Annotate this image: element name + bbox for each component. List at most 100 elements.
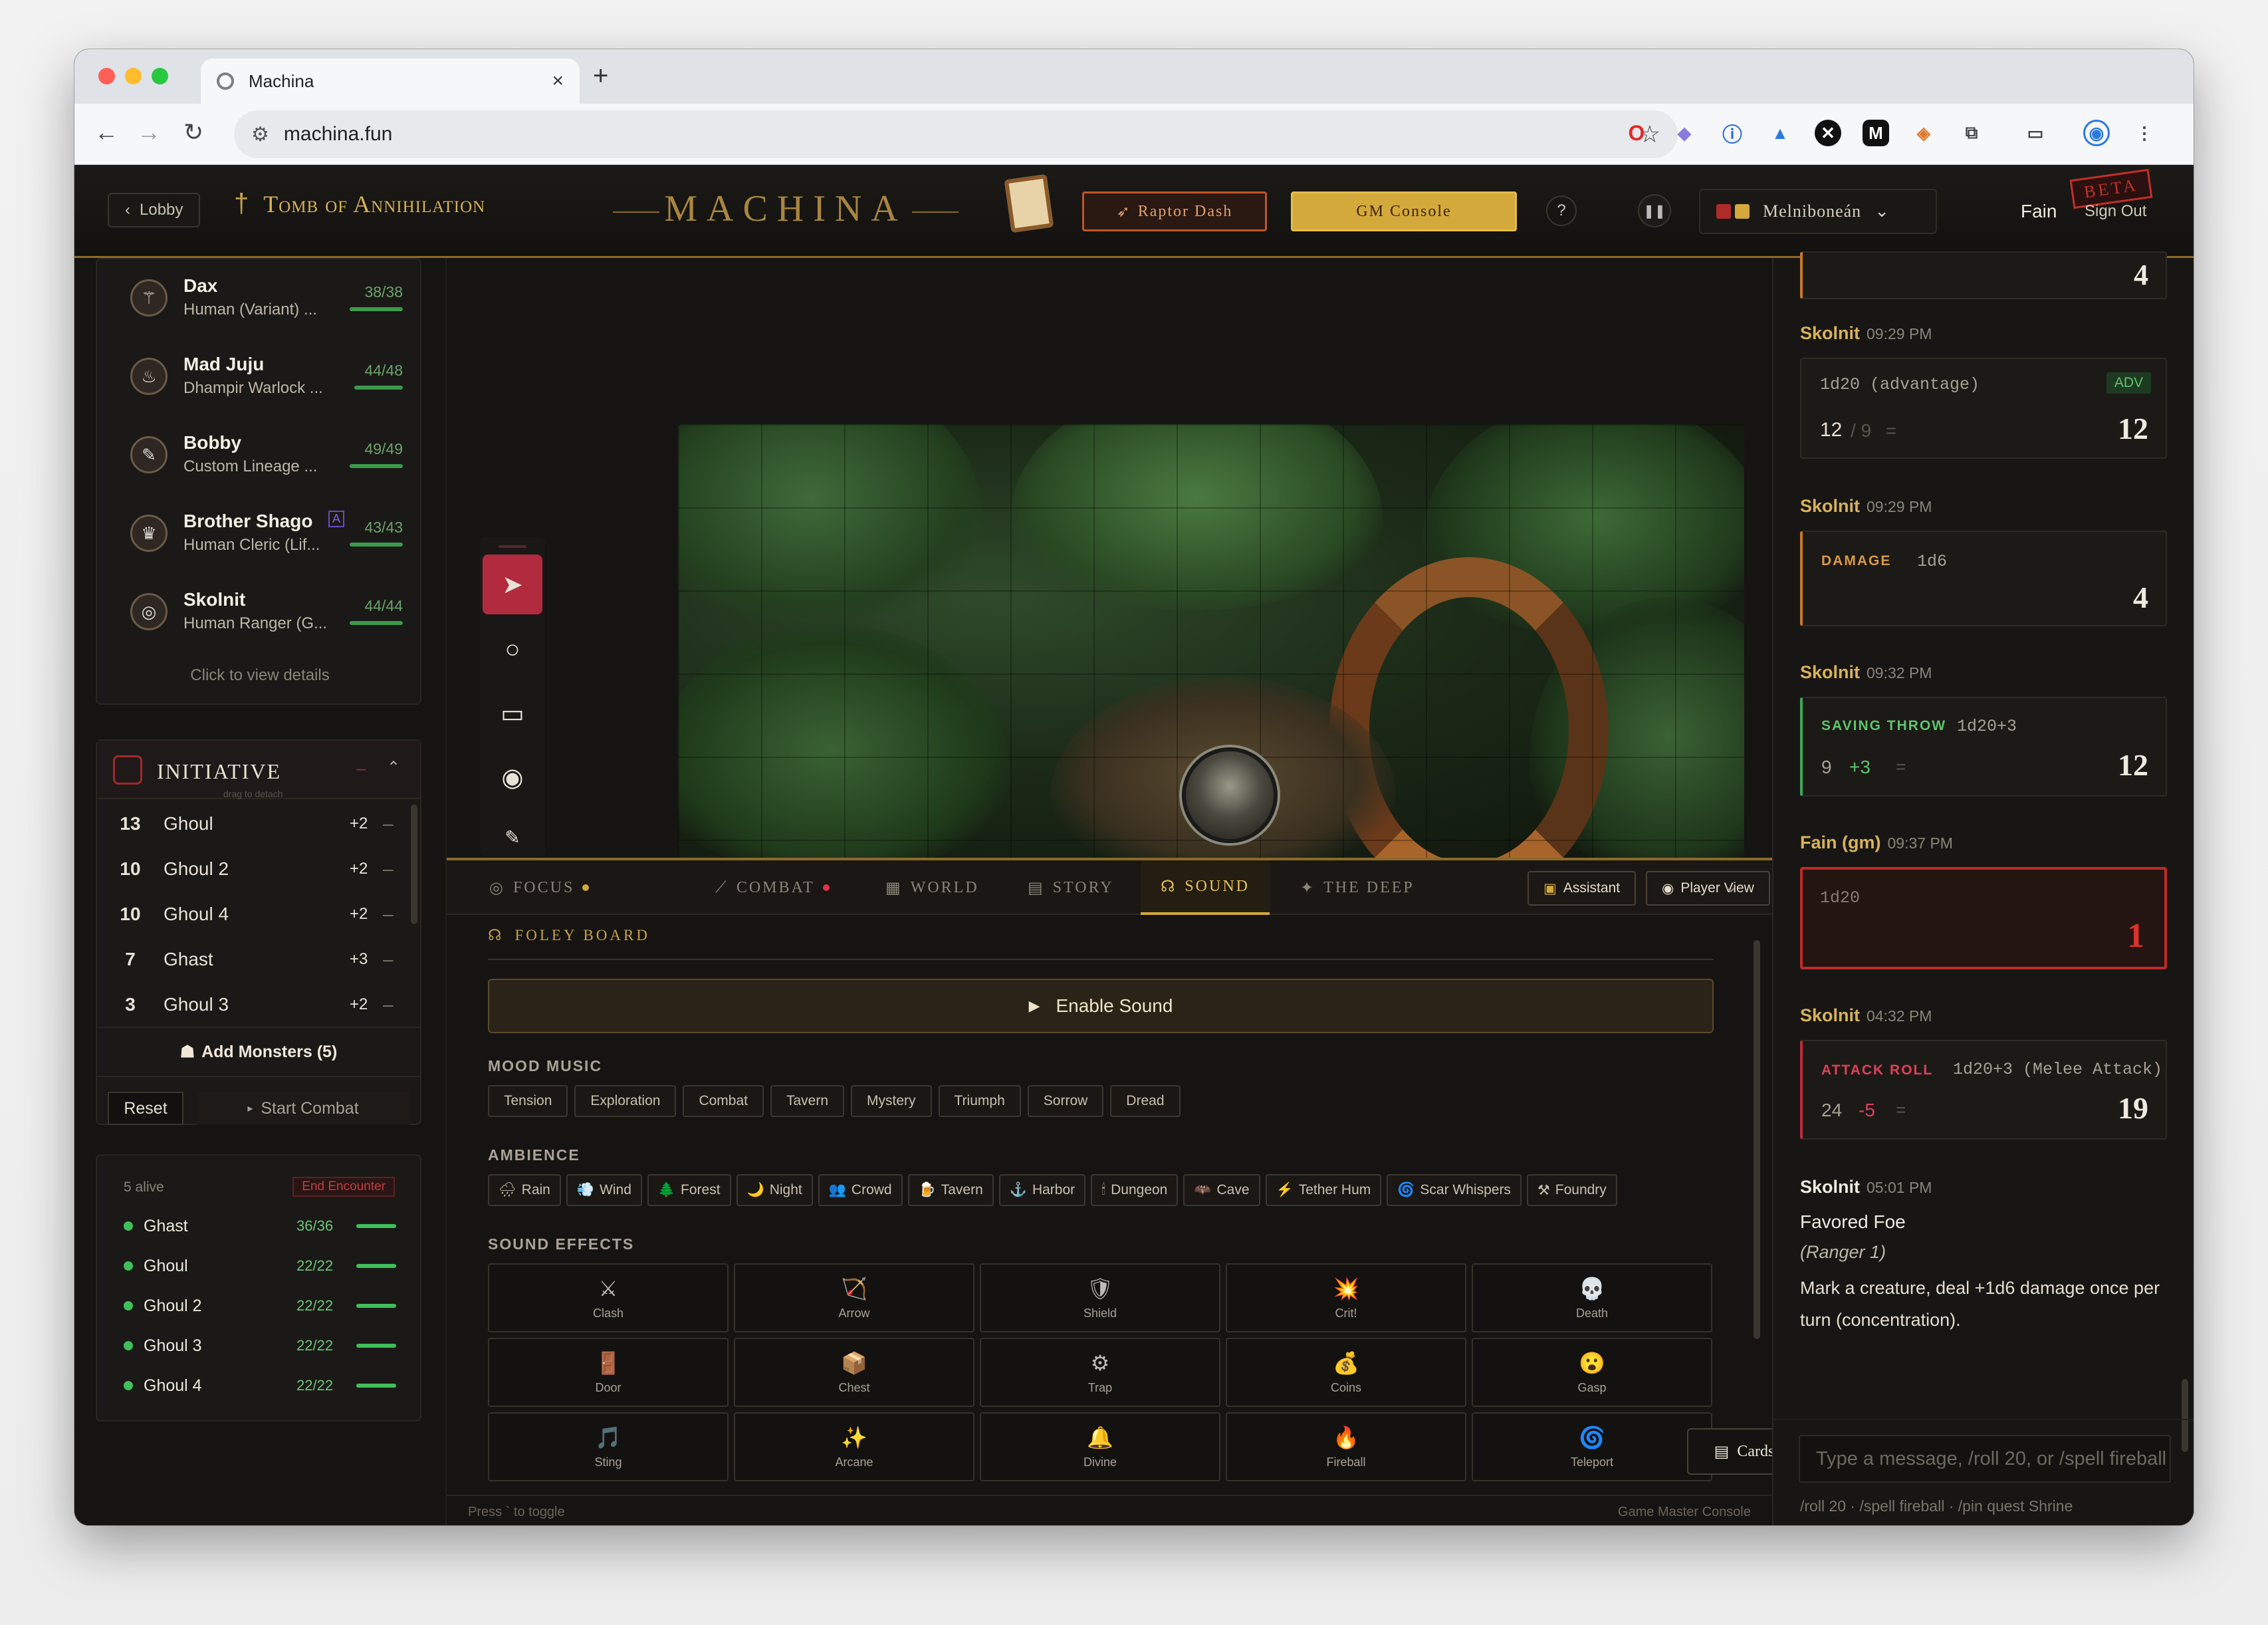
tab-combat[interactable]: ⟋ COMBAT xyxy=(715,860,830,915)
browser-menu-icon[interactable]: ⋮ xyxy=(2131,120,2158,146)
ruler-tool-icon[interactable]: ▭ xyxy=(483,684,542,743)
monster-row[interactable]: Ghast 36/36 xyxy=(124,1213,396,1239)
ambience-chip[interactable]: 🌀 Scar Whispers xyxy=(1387,1174,1522,1206)
help-button[interactable]: ? xyxy=(1546,195,1577,226)
sfx-button[interactable]: 🏹 Arrow xyxy=(734,1263,974,1332)
initiative-row[interactable]: 3 Ghoul 3 +2 – xyxy=(97,983,409,1027)
chat-scrollbar[interactable] xyxy=(2182,1379,2188,1452)
ambience-chip[interactable]: ⚡ Tether Hum xyxy=(1265,1174,1382,1206)
mood-chip[interactable]: Mystery xyxy=(851,1085,932,1117)
console-scrollbar[interactable] xyxy=(1754,940,1760,1339)
m-extension-icon[interactable]: M xyxy=(1863,120,1889,146)
maximize-window-button[interactable] xyxy=(152,68,168,84)
collapse-console-icon[interactable]: ⌄ xyxy=(1723,875,1738,897)
ambience-chip[interactable]: 🌧 Rain xyxy=(488,1174,561,1206)
initiative-row[interactable]: 7 Ghast +3 – xyxy=(97,938,409,981)
monster-row[interactable]: Ghoul 2 22/22 xyxy=(124,1293,396,1319)
initiative-row[interactable]: 13 Ghoul +2 – xyxy=(97,802,409,846)
sfx-button[interactable]: ⚔ Clash xyxy=(488,1263,729,1332)
reset-button[interactable]: Reset xyxy=(108,1092,183,1125)
remove-icon[interactable]: – xyxy=(383,994,409,1015)
creature-token[interactable] xyxy=(1182,747,1278,843)
add-monsters-button[interactable]: ☗ Add Monsters (5) xyxy=(97,1027,420,1077)
party-member[interactable]: ♨ Mad Juju Dhampir Warlock ... 44/48 xyxy=(130,344,403,408)
close-tab-icon[interactable]: × xyxy=(552,70,564,92)
ambience-chip[interactable]: ⚓ Harbor xyxy=(998,1174,1086,1206)
close-window-button[interactable] xyxy=(98,68,115,84)
initiative-header[interactable]: INITIATIVE – ⌃ drag to detach xyxy=(97,741,420,799)
puzzle-extension-icon[interactable]: ⧉ xyxy=(1958,120,1985,146)
sfx-button[interactable]: 🛡 Shield xyxy=(980,1263,1220,1332)
scroll-icon[interactable] xyxy=(1004,174,1054,233)
monster-row[interactable]: Ghoul 3 22/22 xyxy=(124,1332,396,1359)
sfx-button[interactable]: 📦 Chest xyxy=(734,1338,974,1407)
remove-icon[interactable]: – xyxy=(383,949,409,970)
initiative-row[interactable]: 10 Ghoul 4 +2 – xyxy=(97,892,409,936)
party-member[interactable]: ✎ Bobby Custom Lineage ... 49/49 xyxy=(130,423,403,487)
lobby-button[interactable]: ‹ Lobby xyxy=(108,193,201,227)
sfx-button[interactable]: 💀 Death xyxy=(1472,1263,1712,1332)
ambience-chip[interactable]: 🍺 Tavern xyxy=(907,1174,994,1206)
bird-extension-icon[interactable]: ▲ xyxy=(1767,120,1793,146)
monster-row[interactable]: Ghoul 22/22 xyxy=(124,1253,396,1279)
ambience-chip[interactable]: 💨 Wind xyxy=(566,1174,642,1206)
opera-extension-icon[interactable]: O xyxy=(1623,120,1650,146)
ghost-extension-icon[interactable]: ◆ xyxy=(1671,120,1698,146)
raptor-dash-button[interactable]: ➶ Raptor Dash xyxy=(1082,191,1267,231)
profile-avatar[interactable]: ◉ xyxy=(2083,120,2110,146)
sfx-button[interactable]: 🚪 Door xyxy=(488,1338,729,1407)
party-member[interactable]: ♛ Brother Shago A Human Cleric (Lif... 4… xyxy=(130,501,403,565)
sfx-button[interactable]: 💰 Coins xyxy=(1226,1338,1466,1407)
sfx-button[interactable]: 🌀 Teleport xyxy=(1472,1412,1712,1481)
assistant-button[interactable]: ▣ Assistant xyxy=(1528,871,1637,906)
ambience-chip[interactable]: 🌲 Forest xyxy=(647,1174,731,1206)
tab-sound[interactable]: ☊ SOUND xyxy=(1141,860,1270,915)
ambience-chip[interactable]: 👥 Crowd xyxy=(818,1174,903,1206)
mood-chip[interactable]: Exploration xyxy=(574,1085,677,1117)
tab-search-icon[interactable]: ▭ xyxy=(2022,120,2049,146)
select-tool-icon[interactable]: ➤ xyxy=(483,555,542,614)
tab-focus[interactable]: ◎ FOCUS xyxy=(489,860,590,915)
initiative-scrollbar[interactable] xyxy=(411,805,417,924)
back-icon[interactable]: ← xyxy=(94,118,118,146)
pause-icon[interactable]: ❚❚ xyxy=(1638,194,1671,227)
start-combat-button[interactable]: ▸ Start Combat xyxy=(197,1092,409,1125)
sfx-button[interactable]: 😮 Gasp xyxy=(1472,1338,1712,1407)
sign-out-link[interactable]: Sign Out xyxy=(2085,202,2146,221)
metamask-extension-icon[interactable]: ◈ xyxy=(1910,120,1937,146)
sfx-button[interactable]: 💥 Crit! xyxy=(1226,1263,1466,1332)
mood-chip[interactable]: Sorrow xyxy=(1027,1085,1104,1117)
tab-story[interactable]: ▤ STORY xyxy=(1028,860,1114,915)
chat-input[interactable]: Type a message, /roll 20, or /spell fire… xyxy=(1799,1435,2171,1483)
sfx-button[interactable]: ✨ Arcane xyxy=(734,1412,974,1481)
end-encounter-button[interactable]: End Encounter xyxy=(292,1177,395,1197)
mood-chip[interactable]: Tavern xyxy=(770,1085,845,1117)
initiative-row[interactable]: 10 Ghoul 2 +2 – xyxy=(97,847,409,891)
player-view-button[interactable]: ◉ Player View xyxy=(1646,871,1770,906)
enable-sound-button[interactable]: ▶ Enable Sound xyxy=(488,979,1714,1033)
map-canvas[interactable]: ➤ ○ ▭ ◉ ✎ xyxy=(447,258,1772,858)
tab-the-deep[interactable]: ✦ THE DEEP xyxy=(1300,860,1415,915)
eye-tool-icon[interactable]: ◉ xyxy=(483,747,542,807)
browser-tab[interactable]: Machina × xyxy=(201,59,580,104)
ambience-chip[interactable]: 🕯 Dungeon xyxy=(1091,1174,1179,1206)
sfx-button[interactable]: ⚙ Trap xyxy=(980,1338,1220,1407)
onepassword-extension-icon[interactable]: ⓘ xyxy=(1719,120,1746,146)
remove-icon[interactable]: – xyxy=(383,858,409,880)
tab-world[interactable]: ▦ WORLD xyxy=(885,860,979,915)
mood-chip[interactable]: Triumph xyxy=(938,1085,1021,1117)
remove-icon[interactable]: – xyxy=(383,904,409,925)
ambience-chip[interactable]: 🦇 Cave xyxy=(1183,1174,1260,1206)
reload-icon[interactable]: ↻ xyxy=(183,118,203,146)
sfx-button[interactable]: 🎵 Sting xyxy=(488,1412,729,1481)
ambience-chip[interactable]: ⚒ Foundry xyxy=(1526,1174,1617,1206)
gm-console-button[interactable]: GM Console xyxy=(1291,191,1517,231)
sfx-button[interactable]: 🔔 Divine xyxy=(980,1412,1220,1481)
site-settings-icon[interactable]: ⚙ xyxy=(251,123,269,146)
circle-tool-icon[interactable]: ○ xyxy=(483,620,542,680)
collapse-icon[interactable]: ⌃ xyxy=(387,758,400,777)
ambience-chip[interactable]: 🌙 Night xyxy=(736,1174,813,1206)
minimize-icon[interactable]: – xyxy=(356,758,366,779)
monster-row[interactable]: Ghoul 4 22/22 xyxy=(124,1372,396,1399)
mood-chip[interactable]: Combat xyxy=(683,1085,764,1117)
